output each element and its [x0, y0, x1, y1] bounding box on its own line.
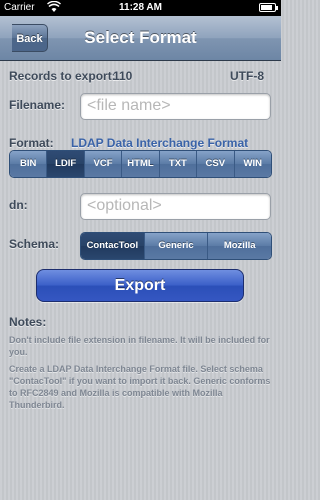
format-option-csv[interactable]: CSV [196, 151, 234, 177]
format-option-html[interactable]: HTML [121, 151, 159, 177]
format-option-txt[interactable]: TXT [158, 151, 197, 177]
schema-option-contactool[interactable]: ContacTool [81, 233, 144, 259]
navigation-bar: Back Select Format [0, 16, 281, 61]
export-button[interactable]: Export [36, 269, 244, 302]
dn-input[interactable]: <optional> [80, 193, 271, 220]
encoding-label: UTF-8 [230, 69, 264, 83]
schema-segmented-control: ContacTool Generic Mozilla [80, 232, 272, 260]
page-title: Select Format [84, 28, 197, 47]
clock-time: 11:28 AM [119, 2, 162, 13]
format-option-bin[interactable]: BIN [10, 151, 47, 177]
notes-text-filename: Don't include file extension in filename… [9, 335, 270, 357]
format-label: Format: [9, 136, 54, 150]
dn-label: dn: [9, 198, 28, 212]
format-option-ldif[interactable]: LDIF [46, 151, 84, 177]
format-option-win[interactable]: WIN [233, 151, 271, 177]
format-segmented-control: BIN LDIF VCF HTML TXT CSV WIN [9, 150, 272, 178]
schema-label: Schema: [9, 237, 60, 251]
notes-title: Notes: [9, 315, 47, 329]
filename-input[interactable]: <file name> [80, 93, 271, 120]
records-count: 110 [113, 69, 133, 83]
notes-text-schema: Create a LDAP Data Interchange Format fi… [9, 364, 271, 410]
schema-option-generic[interactable]: Generic [143, 233, 208, 259]
schema-option-mozilla[interactable]: Mozilla [207, 233, 271, 259]
filename-label: Filename: [9, 98, 66, 112]
records-label: Records to export: [9, 69, 116, 83]
format-option-vcf[interactable]: VCF [83, 151, 122, 177]
battery-icon [259, 3, 278, 12]
format-value: LDAP Data Interchange Format [71, 136, 249, 150]
status-bar: Carrier 11:28 AM [0, 0, 281, 16]
